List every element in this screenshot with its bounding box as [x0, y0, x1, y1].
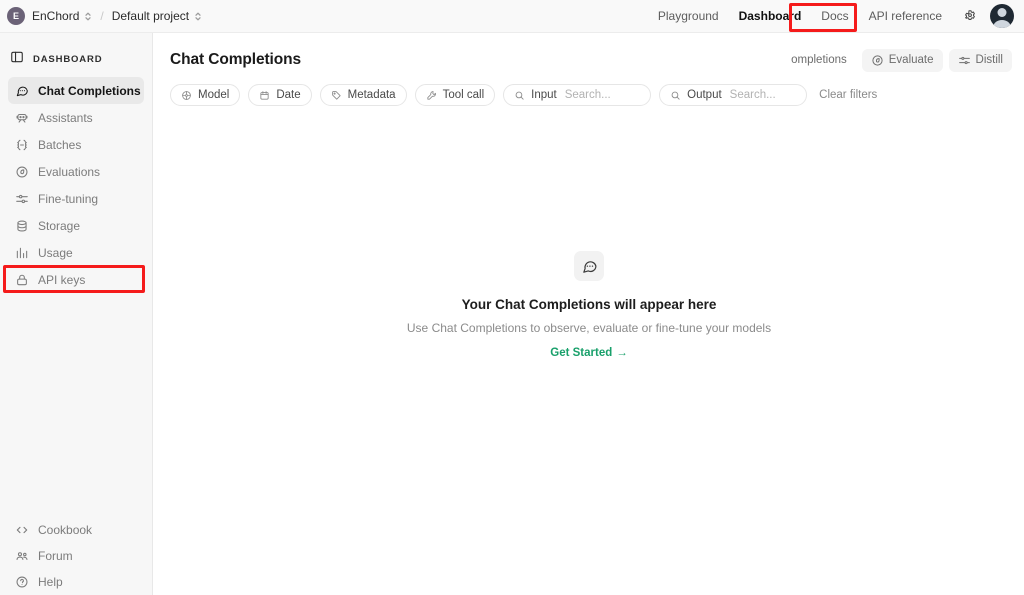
main-content: Chat Completions completions Evaluate Di… — [154, 33, 1024, 595]
sidebar-section-label: Dashboard — [33, 53, 103, 65]
sidebar: Dashboard Chat Completions — [0, 33, 153, 595]
gear-icon[interactable] — [958, 4, 982, 28]
help-circle-icon — [14, 575, 29, 590]
sidebar-item-label: Assistants — [38, 110, 93, 125]
filter-model[interactable]: Model — [170, 84, 241, 106]
sidebar-item-usage[interactable]: Usage — [8, 239, 144, 266]
sidebar-item-label: Cookbook — [38, 523, 93, 537]
code-icon — [14, 523, 29, 538]
filter-output-search[interactable]: Output Search... — [659, 84, 808, 106]
database-icon — [14, 218, 29, 233]
page-title: Chat Completions — [170, 51, 302, 68]
search-icon — [514, 90, 525, 101]
empty-state: Your Chat Completions will appear here U… — [154, 33, 1024, 595]
org-avatar: E — [7, 7, 25, 25]
sidebar-item-batches[interactable]: Batches — [8, 131, 144, 158]
distill-button[interactable]: Distill — [948, 48, 1012, 72]
distill-button-label: Distill — [975, 54, 1003, 66]
sidebar-item-label: Batches — [38, 137, 82, 152]
sidebar-item-help[interactable]: Help — [8, 569, 144, 595]
filter-input-label: Input — [531, 89, 557, 101]
sidebar-item-label: Storage — [38, 218, 81, 233]
sidebar-item-label: Usage — [38, 245, 73, 260]
filter-metadata[interactable]: Metadata — [319, 84, 407, 106]
clear-filters-button[interactable]: Clear filters — [815, 89, 881, 101]
get-started-label: Get Started — [550, 347, 613, 359]
top-nav-api-reference[interactable]: API reference — [859, 5, 952, 27]
sidebar-item-fine-tuning[interactable]: Fine-tuning — [8, 185, 144, 212]
sidebar-item-assistants[interactable]: Assistants — [8, 104, 144, 131]
evaluate-button[interactable]: Evaluate — [861, 48, 943, 72]
chevron-updown-icon — [84, 11, 92, 22]
breadcrumb: E EnChord / Default project — [7, 0, 202, 32]
app-root: E EnChord / Default project Playground D… — [0, 0, 1024, 595]
filter-output-placeholder: Search... — [729, 89, 776, 101]
wrench-icon — [426, 90, 437, 101]
lock-icon — [14, 272, 29, 287]
evaluate-button-label: Evaluate — [888, 54, 934, 66]
sidebar-item-label: Evaluations — [38, 164, 101, 179]
distill-icon — [958, 54, 971, 67]
tag-icon — [331, 90, 342, 101]
sidebar-item-chat-completions[interactable]: Chat Completions — [8, 77, 144, 104]
filter-model-label: Model — [198, 89, 230, 101]
filter-tool-call[interactable]: Tool call — [414, 84, 496, 106]
sidebar-item-label: Fine-tuning — [38, 191, 99, 206]
sidebar-item-label: Chat Completions — [38, 83, 141, 98]
breadcrumb-org-label: EnChord — [32, 9, 80, 23]
sidebar-item-label: Help — [38, 575, 63, 589]
batches-icon — [14, 137, 29, 152]
filter-metadata-label: Metadata — [347, 89, 396, 101]
filter-input-placeholder: Search... — [564, 89, 611, 101]
filter-date-label: Date — [276, 89, 301, 101]
sidebar-item-cookbook[interactable]: Cookbook — [8, 517, 144, 543]
filter-input-search[interactable]: Input Search... — [503, 84, 652, 106]
user-avatar[interactable] — [990, 4, 1014, 28]
arrow-right-icon: → — [616, 347, 628, 359]
chat-bubble-dots-icon — [574, 251, 604, 281]
top-nav-docs[interactable]: Docs — [811, 5, 858, 27]
sidebar-item-api-keys[interactable]: API keys — [8, 266, 144, 293]
calendar-icon — [259, 90, 270, 101]
main-header: Chat Completions completions Evaluate Di… — [154, 33, 1024, 73]
empty-state-subtitle: Use Chat Completions to observe, evaluat… — [406, 321, 772, 335]
completions-button[interactable]: completions — [791, 49, 855, 72]
sidebar-item-storage[interactable]: Storage — [8, 212, 144, 239]
empty-state-title: Your Chat Completions will appear here — [461, 297, 717, 312]
filter-output-label: Output — [687, 89, 722, 101]
top-nav-dashboard[interactable]: Dashboard — [729, 5, 812, 27]
chat-bubble-icon — [14, 83, 29, 98]
sidebar-item-evaluations[interactable]: Evaluations — [8, 158, 144, 185]
header-actions: completions Evaluate Distill — [791, 48, 1012, 72]
bar-chart-icon — [14, 245, 29, 260]
sliders-icon — [14, 191, 29, 206]
sidebar-bottom-nav: Cookbook Forum Help — [0, 517, 152, 595]
top-nav-playground[interactable]: Playground — [648, 5, 729, 27]
people-icon — [14, 549, 29, 564]
filter-tool-call-label: Tool call — [442, 89, 485, 101]
completions-button-label: completions — [791, 54, 847, 66]
filter-date[interactable]: Date — [248, 84, 312, 106]
sidebar-item-forum[interactable]: Forum — [8, 543, 144, 569]
get-started-link[interactable]: Get Started → — [550, 347, 628, 359]
top-bar: E EnChord / Default project Playground D… — [0, 0, 1024, 33]
breadcrumb-separator: / — [100, 9, 104, 23]
chevron-updown-icon — [194, 11, 202, 22]
search-icon — [670, 90, 681, 101]
evaluations-icon — [14, 164, 29, 179]
sidebar-section-header: Dashboard — [0, 42, 152, 76]
sidebar-item-label: Forum — [38, 549, 73, 563]
breadcrumb-project[interactable]: Default project — [112, 9, 202, 23]
model-icon — [181, 90, 192, 101]
sidebar-nav-list: Chat Completions Assistants Batches Eval… — [0, 77, 152, 293]
sidebar-item-label: API keys — [38, 272, 86, 287]
panel-icon — [10, 50, 24, 69]
target-icon — [871, 54, 884, 67]
filter-bar: Model Date Metadata Tool call Input Sear… — [154, 73, 1024, 109]
breadcrumb-org[interactable]: EnChord — [32, 9, 92, 23]
assistants-icon — [14, 110, 29, 125]
breadcrumb-project-label: Default project — [111, 9, 190, 23]
top-nav: Playground Dashboard Docs API reference — [648, 0, 1016, 32]
